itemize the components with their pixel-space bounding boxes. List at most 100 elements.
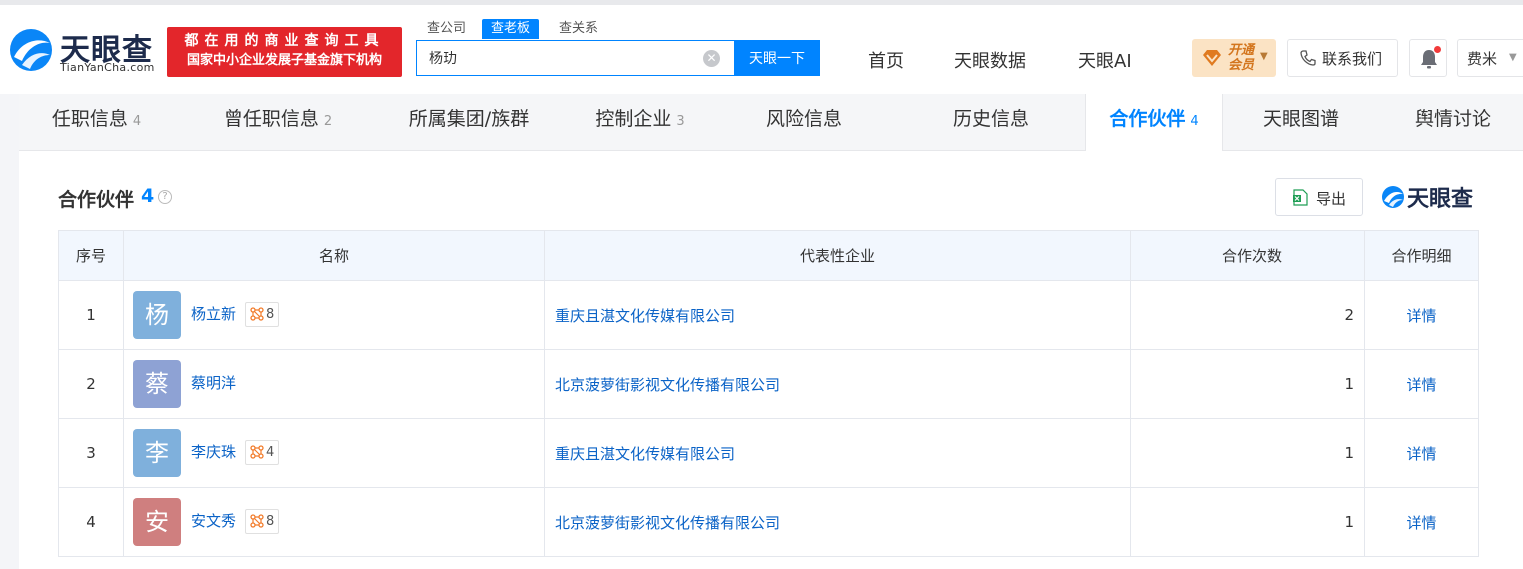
contact-button[interactable]: 联系我们 <box>1287 39 1398 77</box>
chevron-down-icon: ▼ <box>1509 52 1517 63</box>
row-company-cell: 重庆且湛文化传媒有限公司 <box>544 280 1131 350</box>
partner-name-link[interactable]: 蔡明洋 <box>191 372 236 393</box>
row-detail-cell: 详情 <box>1364 418 1479 488</box>
search-box: ✕ <box>416 40 734 76</box>
tianyancha-logo-icon <box>1382 186 1404 208</box>
row-index: 3 <box>58 418 124 488</box>
caret-down-icon: ▼ <box>1260 51 1268 62</box>
row-name-cell: 李 李庆珠 4 <box>123 418 545 488</box>
user-name: 费米 <box>1467 50 1498 68</box>
section-title: 合作伙伴 <box>58 189 135 211</box>
tab-graph[interactable]: 天眼图谱 <box>1251 94 1351 151</box>
tianyancha-logo-icon <box>10 29 52 71</box>
notification-button[interactable] <box>1409 39 1447 77</box>
row-name-cell: 杨 杨立新 8 <box>123 280 545 350</box>
relation-badge[interactable]: 4 <box>245 440 280 465</box>
relation-graph-icon <box>250 514 264 528</box>
relation-graph-icon <box>250 445 264 459</box>
partners-panel: 合作伙伴 4 ? 导出 天眼查 序号 名称 代表性企业 合作次数 合作明细 1 … <box>19 151 1523 569</box>
tab-partners[interactable]: 合作伙伴 4 <box>1085 94 1223 152</box>
detail-link[interactable]: 详情 <box>1406 307 1436 325</box>
person-detail-tabs: 任职信息 4 曾任职信息 2 所属集团/族群 控制企业 3 风险信息 历史信息 合作伙… <box>19 94 1523 152</box>
tab-positions[interactable]: 任职信息 4 <box>19 94 174 151</box>
row-times: 1 <box>1130 349 1365 419</box>
relation-badge[interactable]: 8 <box>245 302 280 327</box>
tab-risk[interactable]: 风险信息 <box>754 94 854 151</box>
help-icon[interactable]: ? <box>158 190 172 204</box>
tab-former-positions[interactable]: 曾任职信息 2 <box>207 94 349 151</box>
table-row: 4 安 安文秀 8 北京菠萝街影视文化传播有限公司 1 详情 <box>58 487 1479 557</box>
row-detail-cell: 详情 <box>1364 280 1479 350</box>
row-times: 1 <box>1130 418 1365 488</box>
row-detail-cell: 详情 <box>1364 487 1479 557</box>
tab-public-opinion[interactable]: 舆情讨论 <box>1403 94 1503 151</box>
header-times: 合作次数 <box>1130 230 1365 281</box>
contact-label: 联系我们 <box>1322 50 1383 68</box>
search-tab-relation[interactable]: 查关系 <box>550 19 607 39</box>
site-logo[interactable]: 天眼查 TianYanCha.com <box>8 25 163 77</box>
tab-history[interactable]: 历史信息 <box>941 94 1041 151</box>
table-row: 2 蔡 蔡明洋 北京菠萝街影视文化传播有限公司 1 详情 <box>58 349 1479 419</box>
row-times: 1 <box>1130 487 1365 557</box>
search-input[interactable] <box>417 41 687 75</box>
brand-watermark-text: 天眼查 <box>1407 187 1474 212</box>
logo-domain: TianYanCha.com <box>60 61 155 74</box>
partners-table: 序号 名称 代表性企业 合作次数 合作明细 1 杨 杨立新 8 重庆且湛文化传媒… <box>58 230 1479 557</box>
nav-ai[interactable]: 天眼AI <box>1078 47 1132 73</box>
avatar[interactable]: 杨 <box>133 291 181 339</box>
export-button[interactable]: 导出 <box>1275 178 1363 216</box>
nav-home[interactable]: 首页 <box>868 47 904 73</box>
partner-name-link[interactable]: 安文秀 <box>191 510 236 531</box>
promo-line-1: 都在用的商业查询工具 <box>184 33 385 49</box>
avatar[interactable]: 蔡 <box>133 360 181 408</box>
nav-data[interactable]: 天眼数据 <box>954 47 1026 73</box>
detail-link[interactable]: 详情 <box>1406 376 1436 394</box>
header-company: 代表性企业 <box>544 230 1131 281</box>
tab-groups[interactable]: 所属集团/族群 <box>399 94 539 151</box>
phone-icon <box>1300 50 1316 66</box>
user-menu[interactable]: 费米 ▼ <box>1457 39 1523 77</box>
row-index: 1 <box>58 280 124 350</box>
vip-button[interactable]: 开通会员 ▼ <box>1192 39 1276 77</box>
company-link[interactable]: 北京菠萝街影视文化传播有限公司 <box>555 376 780 394</box>
row-company-cell: 北京菠萝街影视文化传播有限公司 <box>544 487 1131 557</box>
row-index: 2 <box>58 349 124 419</box>
header-detail: 合作明细 <box>1364 230 1479 281</box>
promo-banner[interactable]: 都在用的商业查询工具 国家中小企业发展子基金旗下机构 <box>167 27 402 77</box>
section-count: 4 <box>141 185 155 207</box>
excel-icon <box>1293 189 1308 206</box>
search-button[interactable]: 天眼一下 <box>734 40 820 76</box>
detail-link[interactable]: 详情 <box>1406 514 1436 532</box>
relation-graph-icon <box>250 307 264 321</box>
vip-label: 开通会员 <box>1228 43 1255 73</box>
company-link[interactable]: 北京菠萝街影视文化传播有限公司 <box>555 514 780 532</box>
row-name-cell: 蔡 蔡明洋 <box>123 349 545 419</box>
header-index: 序号 <box>58 230 124 281</box>
promo-line-2: 国家中小企业发展子基金旗下机构 <box>186 53 382 68</box>
row-company-cell: 重庆且湛文化传媒有限公司 <box>544 418 1131 488</box>
search-tab-company[interactable]: 查公司 <box>418 19 475 39</box>
partner-name-link[interactable]: 李庆珠 <box>191 441 236 462</box>
unread-dot <box>1434 46 1441 53</box>
row-times: 2 <box>1130 280 1365 350</box>
table-row: 3 李 李庆珠 4 重庆且湛文化传媒有限公司 1 详情 <box>58 418 1479 488</box>
top-header: 天眼查 TianYanCha.com 都在用的商业查询工具 国家中小企业发展子基… <box>0 0 1523 94</box>
relation-badge[interactable]: 8 <box>245 509 280 534</box>
company-link[interactable]: 重庆且湛文化传媒有限公司 <box>555 445 735 463</box>
table-row: 1 杨 杨立新 8 重庆且湛文化传媒有限公司 2 详情 <box>58 280 1479 350</box>
brand-watermark: 天眼查 <box>1381 184 1481 212</box>
avatar[interactable]: 李 <box>133 429 181 477</box>
company-link[interactable]: 重庆且湛文化传媒有限公司 <box>555 307 735 325</box>
partner-name-link[interactable]: 杨立新 <box>191 303 236 324</box>
table-header-row: 序号 名称 代表性企业 合作次数 合作明细 <box>58 230 1479 281</box>
header-name: 名称 <box>123 230 545 281</box>
tab-controlled-companies[interactable]: 控制企业 3 <box>585 94 695 151</box>
row-company-cell: 北京菠萝街影视文化传播有限公司 <box>544 349 1131 419</box>
export-label: 导出 <box>1316 190 1347 208</box>
row-detail-cell: 详情 <box>1364 349 1479 419</box>
clear-icon[interactable]: ✕ <box>703 50 720 67</box>
row-name-cell: 安 安文秀 8 <box>123 487 545 557</box>
detail-link[interactable]: 详情 <box>1406 445 1436 463</box>
search-tab-boss[interactable]: 查老板 <box>482 19 540 39</box>
avatar[interactable]: 安 <box>133 498 181 546</box>
